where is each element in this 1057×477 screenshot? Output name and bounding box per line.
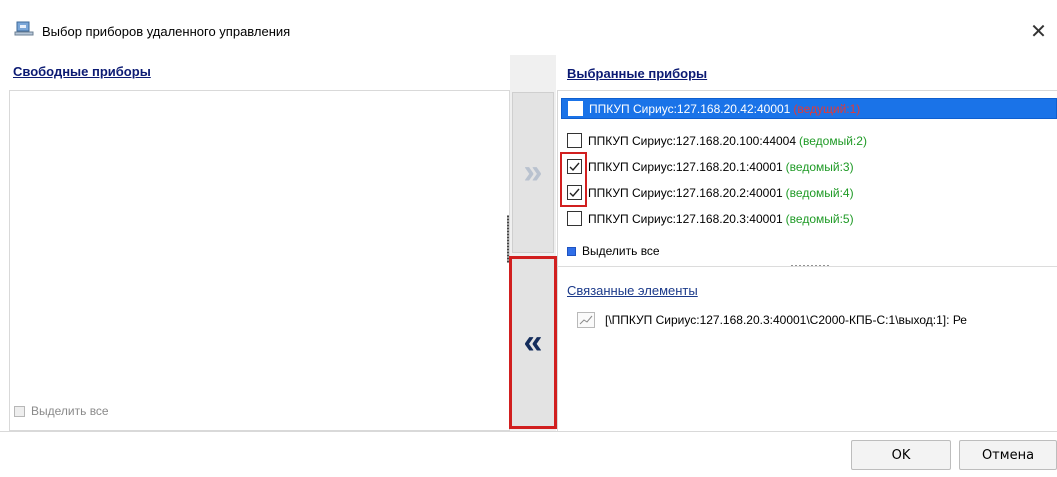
device-row[interactable]: ППКУП Сириус:127.168.20.100:44004 (ведом… [561,130,1057,151]
free-devices-panel [9,55,510,431]
device-name: ППКУП Сириус:127.168.20.2:40001 [588,185,783,200]
linked-element-item[interactable]: [\ППКУП Сириус:127.168.20.3:40001\С2000-… [577,312,967,328]
remove-from-selected-button[interactable]: « [509,256,557,429]
free-devices-title[interactable]: Свободные приборы [13,64,151,79]
ok-button[interactable]: OK [851,440,951,470]
close-button[interactable]: ✕ [1020,14,1057,48]
chart-line-icon [577,312,595,328]
select-all-checkbox[interactable] [567,246,576,256]
window-title: Выбор приборов удаленного управления [42,24,291,39]
device-row[interactable]: ППКУП Сириус:127.168.20.1:40001 (ведомый… [561,156,1057,177]
double-chevron-left-icon: « [523,323,543,361]
free-select-all-label: Выделить все [31,404,109,418]
linked-element-text: [\ППКУП Сириус:127.168.20.3:40001\С2000-… [605,313,967,327]
device-status: (ведомый:4) [785,185,854,200]
device-status: (ведомый:5) [785,211,854,226]
selected-select-all-label: Выделить все [582,244,660,258]
checkbox-highlight-frame [560,152,587,207]
cancel-button[interactable]: Отмена [959,440,1057,470]
free-select-all[interactable]: Выделить все [14,404,109,418]
device-row[interactable]: ППКУП Сириус:127.168.20.3:40001 (ведомый… [561,208,1057,229]
select-all-checkbox[interactable] [14,405,25,417]
device-row[interactable]: ППКУП Сириус:127.168.20.42:40001 (ведущи… [561,98,1057,119]
linked-elements-title[interactable]: Связанные элементы [567,283,698,298]
add-to-selected-button[interactable]: » [512,92,554,253]
selected-select-all[interactable]: Выделить все [567,244,660,258]
splitter-handle[interactable] [790,264,830,267]
device-name: ППКУП Сириус:127.168.20.3:40001 [588,211,783,226]
device-status: (ведущий:1) [793,101,861,116]
devices-icon [14,19,34,39]
device-checkbox[interactable] [567,133,582,148]
device-name: ППКУП Сириус:127.168.20.42:40001 [589,101,791,116]
device-status: (ведомый:2) [799,133,867,148]
device-row[interactable]: ППКУП Сириус:127.168.20.2:40001 (ведомый… [561,182,1057,203]
device-checkbox[interactable] [568,101,583,116]
device-name: ППКУП Сириус:127.168.20.1:40001 [588,159,783,174]
selected-devices-title[interactable]: Выбранные приборы [567,66,707,81]
double-chevron-right-icon: » [523,153,543,191]
device-status: (ведомый:3) [785,159,854,174]
device-checkbox[interactable] [567,211,582,226]
device-name: ППКУП Сириус:127.168.20.100:44004 [588,133,797,148]
